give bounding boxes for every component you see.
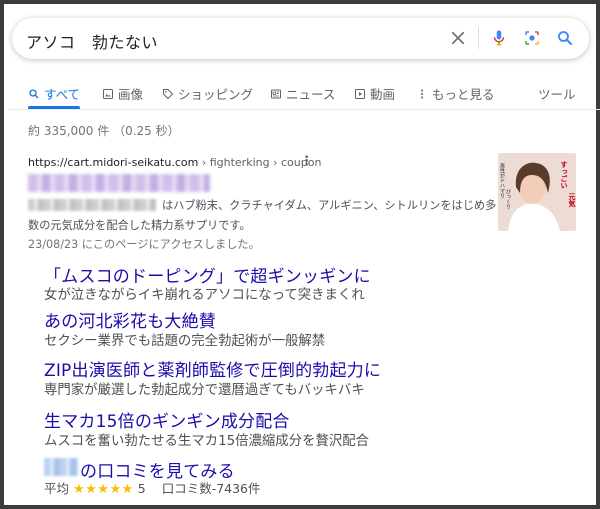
tab-news[interactable]: ニュース [270,84,335,103]
result-stats: 約 335,000 件 （0.25 秒） [28,124,180,138]
svg-text:すっごい: すっごい [560,161,568,189]
tab-more[interactable]: もっと見る [416,84,495,103]
sitelink-desc: 女が泣きながらイキ崩れるアソコになって突きまくれ [44,288,365,303]
review-count: 口コミ数-7436件 [161,481,261,496]
result-title-redacted[interactable] [28,174,210,192]
play-icon [355,88,365,99]
search-box[interactable]: アソコ 勃たない [12,18,589,59]
result-menu-icon[interactable]: ⋮ [300,154,313,169]
sitelink-desc: 専門家が厳選した勃起成分で還暦過ぎてもバッキバキ [44,383,365,398]
search-tabs: すべて 画像 ショッピング ニュース 動画 もっと見る ツール [28,84,588,104]
result-thumbnail[interactable]: すっごい 元気 男性がドハマり びっくり [498,153,576,231]
mic-icon[interactable] [490,29,508,47]
visited-note: 23/08/23 にこのページにアクセスしました。 [28,238,260,251]
rating-score: 5 [137,481,146,496]
search-icon[interactable] [556,29,574,47]
tab-videos[interactable]: 動画 [354,84,395,103]
camera-lens-icon[interactable] [523,29,541,47]
tab-label: すべて [44,87,81,102]
result-url-domain: https://cart.midori-seikatu.com [28,156,199,169]
snippet-line-1: はハブ粉末、クラチャイダム、アルギニン、シトルリンをはじめ多 [162,199,497,212]
tab-label: 画像 [118,87,144,102]
snippet-line-2: 数の元気成分を配合した精力系サプリです。 [28,219,251,232]
image-icon [103,88,113,99]
news-icon [271,89,281,98]
sitelink-redacted-text [44,458,78,476]
result-url[interactable]: https://cart.midori-seikatu.com › fighte… [28,156,321,169]
tab-label: ショッピング [178,87,254,102]
tab-all[interactable]: すべて [28,84,80,103]
tools-button[interactable]: ツール [538,84,576,103]
clear-icon[interactable] [449,29,467,47]
search-divider [478,27,479,49]
tab-label: 動画 [370,87,396,102]
result-snippet: はハブ粉末、クラチャイダム、アルギニン、シトルリンをはじめ多 数の元気成分を配合… [28,196,498,236]
more-icon [421,89,423,98]
search-icon [29,88,39,98]
tab-label: ニュース [286,87,336,102]
rating-row: 平均 ★★★★★ 5 口コミ数-7436件 [44,478,261,497]
svg-text:びっくり: びっくり [505,188,511,210]
search-input[interactable]: アソコ 勃たない [26,29,158,53]
svg-text:元気: 元気 [568,193,576,208]
rating-prefix: 平均 [44,481,70,496]
window-frame: アソコ 勃たない すべて 画像 ショッピング ニュース 動画 もっと見る ツール… [0,0,600,509]
tabs-divider [8,109,600,110]
sitelink-desc: セクシー業界でも話題の完全勃起術が一般解禁 [44,334,326,349]
tab-images[interactable]: 画像 [102,84,143,103]
rating-stars-icon: ★★★★★ [73,482,134,497]
sitelink-desc: ムスコを奮い勃たせる生マカ15倍濃縮成分を贅沢配合 [44,434,370,449]
tag-icon [163,88,174,99]
tab-label: もっと見る [432,87,495,102]
tab-shopping[interactable]: ショッピング [162,84,253,103]
